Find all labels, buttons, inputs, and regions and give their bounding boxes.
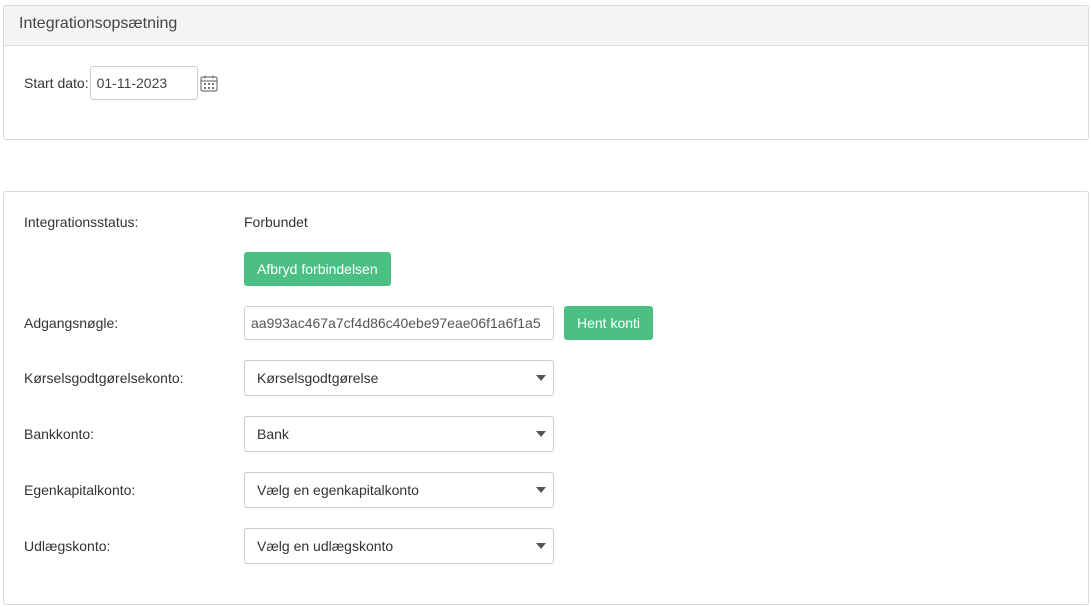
integration-setup-panel: Integrationsopsætning Start dato: <box>3 5 1089 140</box>
integration-status-panel: Integrationsstatus: Forbundet Afbryd for… <box>3 191 1089 605</box>
integration-status-value: Forbundet <box>244 214 308 230</box>
fetch-accounts-button[interactable]: Hent konti <box>564 306 654 340</box>
expense-account-label: Udlægskonto: <box>24 538 111 554</box>
start-date-input[interactable] <box>89 66 198 100</box>
integration-status-label: Integrationsstatus: <box>24 214 139 230</box>
disconnect-button[interactable]: Afbryd forbindelsen <box>244 252 391 286</box>
access-key-input[interactable] <box>244 306 554 340</box>
expense-account-select[interactable]: Vælg en udlægskonto <box>244 528 554 564</box>
equity-account-select[interactable]: Vælg en egenkapitalkonto <box>244 472 554 508</box>
mileage-account-label: Kørselsgodtgørelsekonto: <box>24 370 184 386</box>
equity-account-selected: Vælg en egenkapitalkonto <box>257 482 419 498</box>
bank-account-selected: Bank <box>257 426 289 442</box>
equity-account-label: Egenkapitalkonto: <box>24 482 136 498</box>
expense-account-selected: Vælg en udlægskonto <box>257 538 394 554</box>
start-date-label: Start dato: <box>24 75 89 91</box>
caret-down-icon <box>536 487 546 493</box>
caret-down-icon <box>536 543 546 549</box>
caret-down-icon <box>536 375 546 381</box>
access-key-label: Adgangsnøgle: <box>24 315 119 331</box>
bank-account-label: Bankkonto: <box>24 426 95 442</box>
bank-account-select[interactable]: Bank <box>244 416 554 452</box>
mileage-account-selected: Kørselsgodtgørelse <box>257 370 379 386</box>
start-date-row: Start dato: <box>24 66 219 100</box>
caret-down-icon <box>536 431 546 437</box>
calendar-icon[interactable] <box>199 73 219 93</box>
panel-title: Integrationsopsætning <box>4 6 1088 46</box>
mileage-account-select[interactable]: Kørselsgodtgørelse <box>244 360 554 396</box>
